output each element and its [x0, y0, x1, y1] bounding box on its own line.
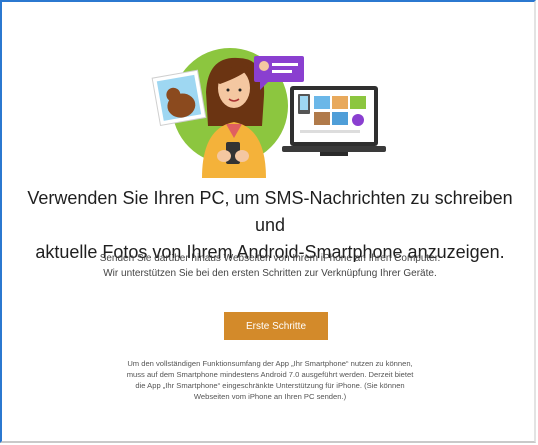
pc-monitor-icon [282, 86, 386, 156]
title-line-1: Verwenden Sie Ihren PC, um SMS-Nachricht… [27, 188, 513, 235]
phone-link-illustration [151, 48, 386, 178]
footnote-line-2: muss auf dem Smartphone mindestens Andro… [126, 370, 414, 379]
get-started-button[interactable]: Erste Schritte [224, 312, 328, 340]
requirements-footnote: Um den vollständigen Funktionsumfang der… [90, 358, 450, 402]
subtitle-line-1: Senden Sie darüber hinaus Webseiten von … [99, 253, 441, 264]
footnote-line-3: die App „Ihr Smartphone“ eingeschränkte … [135, 381, 405, 390]
subtitle: Senden Sie darüber hinaus Webseiten von … [60, 251, 480, 281]
subtitle-line-2: Wir unterstützen Sie bei den ersten Schr… [103, 268, 437, 279]
footnote-line-1: Um den vollständigen Funktionsumfang der… [127, 359, 413, 368]
dog-photo-card-icon [151, 69, 207, 127]
footnote-line-4: Webseiten vom iPhone an Ihren PC senden.… [193, 392, 347, 401]
